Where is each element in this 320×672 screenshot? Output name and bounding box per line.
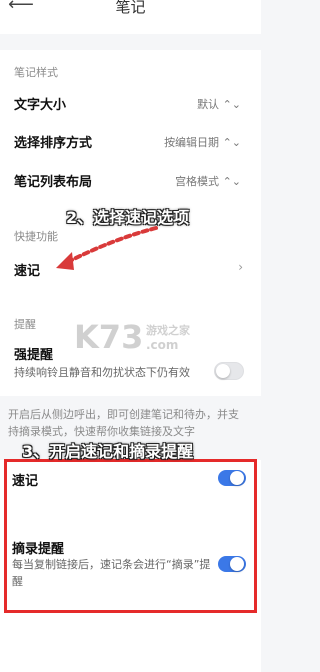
- annotation-step3: 3、开启速记和摘录提醒: [22, 442, 194, 461]
- sort-order-value[interactable]: 按编辑日期 ⌃⌄: [164, 134, 241, 150]
- strong-reminder-desc: 持续响铃且静音和勿扰状态下仍有效: [14, 366, 190, 379]
- updown-icon: ⌃⌄: [222, 175, 241, 188]
- annotation-arrow-icon: [56, 226, 158, 270]
- intro-text: 开启后从侧边呼出，即可创建笔记和待办，并支持摘录模式，快速帮你收集链接及文字: [8, 408, 239, 438]
- list-layout-value[interactable]: 宫格模式 ⌃⌄: [175, 173, 241, 189]
- page-title: 笔记: [115, 0, 146, 16]
- font-size-label[interactable]: 文字大小: [14, 94, 66, 113]
- strong-reminder-toggle[interactable]: [214, 362, 244, 380]
- top-bar: ⟵ 笔记: [0, 0, 261, 34]
- updown-icon: ⌃⌄: [222, 98, 241, 111]
- list-layout-label[interactable]: 笔记列表布局: [14, 171, 92, 190]
- section-heading-reminder: 提醒: [14, 318, 36, 331]
- chevron-right-icon[interactable]: ›: [238, 260, 243, 274]
- highlight-box: [4, 459, 257, 613]
- watermark-logo: K73 游戏之家 .com: [74, 318, 190, 356]
- section-heading-style: 笔记样式: [14, 66, 58, 79]
- sort-order-label[interactable]: 选择排序方式: [14, 132, 92, 151]
- quick-note-row[interactable]: 速记: [14, 260, 40, 279]
- updown-icon: ⌃⌄: [222, 136, 241, 149]
- strong-reminder-label: 强提醒: [14, 348, 54, 363]
- font-size-value[interactable]: 默认 ⌃⌄: [197, 96, 241, 112]
